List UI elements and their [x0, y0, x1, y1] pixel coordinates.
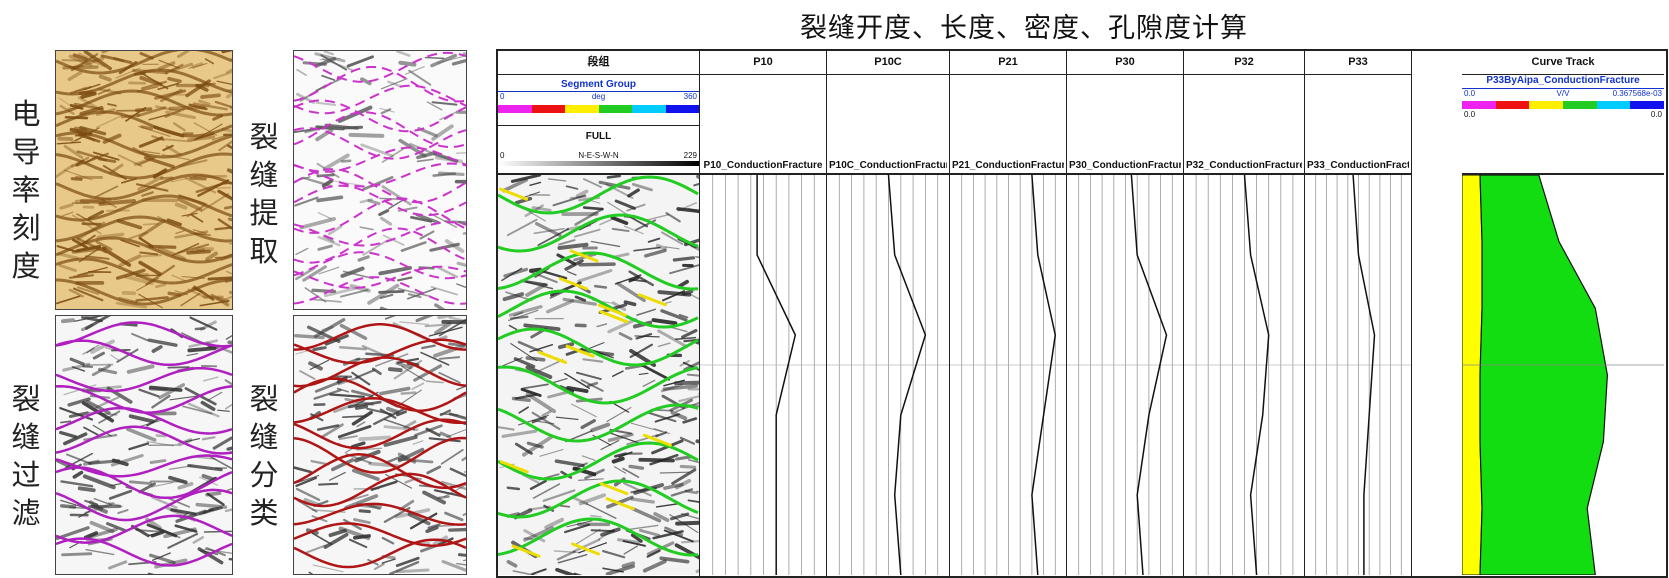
segment-group-unit: deg — [498, 92, 699, 101]
curve-track: Curve Track P33ByAipa_ConductionFracture… — [1462, 51, 1664, 576]
curve-track-name: Curve Track — [1462, 51, 1664, 75]
color-swatch — [532, 105, 566, 113]
filtering-image — [55, 315, 233, 575]
label-text: 裂缝提取 — [249, 118, 278, 270]
fill-yellow — [1462, 175, 1482, 575]
track-name: P30 — [1067, 51, 1183, 75]
color-swatch — [632, 105, 666, 113]
full-max: 229 — [684, 151, 697, 160]
curve-track-left-scale: 0.0 — [1464, 110, 1475, 119]
curve-name: P30_ConductionFracture — [1069, 160, 1181, 171]
track-plot — [827, 175, 949, 575]
color-swatch — [565, 105, 599, 113]
track-plot — [1067, 175, 1183, 575]
track-name: P32 — [1184, 51, 1304, 75]
label-extraction: 裂缝提取 — [246, 118, 282, 270]
curve-name: P21_ConductionFracture — [952, 160, 1064, 171]
track-p10: P10 P10_ConductionFracture — [700, 51, 827, 576]
curve-track-max: 0.367568e-03 — [1613, 89, 1662, 98]
track-plot — [700, 175, 826, 575]
color-swatch — [498, 105, 532, 113]
curve-track-color-scale — [1462, 101, 1664, 109]
color-swatch — [1563, 101, 1597, 109]
conductivity-image — [55, 50, 233, 310]
segment-color-scale — [498, 105, 699, 113]
track-plot — [950, 175, 1066, 575]
curve-name: P33_ConductionFracture — [1307, 160, 1409, 171]
curve-name: P10C_ConductionFracture — [829, 160, 947, 171]
curve-name: P32_ConductionFracture — [1186, 160, 1302, 171]
curve-track-curve-name: P33ByAipa_ConductionFracture — [1462, 75, 1664, 86]
track-name: P33 — [1305, 51, 1411, 75]
track-p30: P30 P30_ConductionFracture — [1067, 51, 1184, 576]
track-p32: P32 P32_ConductionFracture — [1184, 51, 1305, 576]
color-swatch — [1597, 101, 1631, 109]
segment-track: 段组 Segment Group 0 deg 360 FULL 0 N-E-S-… — [498, 51, 700, 576]
segment-group-curve-name: Segment Group — [498, 79, 699, 90]
track-p10c: P10C P10C_ConductionFracture — [827, 51, 950, 576]
log-curve — [889, 175, 926, 575]
fill-green — [1480, 175, 1607, 575]
track-name: P10C — [827, 51, 949, 75]
color-swatch — [599, 105, 633, 113]
label-classification: 裂缝分类 — [246, 380, 282, 532]
track-plot — [1184, 175, 1304, 575]
label-filtering: 裂缝过滤 — [8, 380, 44, 532]
color-swatch — [666, 105, 700, 113]
curve-name: P10_ConductionFracture — [702, 160, 824, 171]
track-p21: P21 P21_ConductionFracture — [950, 51, 1067, 576]
track-header: P21 P21_ConductionFracture — [950, 51, 1066, 175]
track-header: P33 P33_ConductionFracture — [1305, 51, 1411, 175]
log-curve — [1353, 175, 1374, 575]
grayscale-bar — [498, 161, 699, 166]
color-swatch — [1630, 101, 1664, 109]
page-title: 裂缝开度、长度、密度、孔隙度计算 — [800, 6, 1320, 45]
track-plot — [1305, 175, 1411, 575]
track-header: P10 P10_ConductionFracture — [700, 51, 826, 175]
label-conductivity: 电导率刻度 — [8, 95, 44, 285]
track-header: P10C P10C_ConductionFracture — [827, 51, 949, 175]
color-swatch — [1496, 101, 1530, 109]
curve-track-header: Curve Track P33ByAipa_ConductionFracture… — [1462, 51, 1664, 175]
track-name: P21 — [950, 51, 1066, 75]
extraction-image — [293, 50, 467, 310]
track-name: P10 — [700, 51, 826, 75]
full-unit: N-E-S-W-N — [498, 151, 699, 160]
log-display: 段组 Segment Group 0 deg 360 FULL 0 N-E-S-… — [496, 49, 1668, 578]
color-swatch — [1529, 101, 1563, 109]
segment-track-header: 段组 Segment Group 0 deg 360 FULL 0 N-E-S-… — [498, 51, 699, 175]
classification-image — [293, 315, 467, 575]
full-curve-name: FULL — [498, 131, 699, 142]
label-text: 电导率刻度 — [11, 95, 40, 285]
track-header: P32 P32_ConductionFracture — [1184, 51, 1304, 175]
label-text: 裂缝过滤 — [11, 380, 40, 532]
label-text: 裂缝分类 — [249, 380, 278, 532]
curve-track-right-scale: 0.0 — [1651, 110, 1662, 119]
segment-track-name: 段组 — [498, 51, 699, 75]
segment-group-max: 360 — [684, 92, 697, 101]
curve-track-plot — [1462, 175, 1664, 575]
segment-track-image — [498, 175, 699, 575]
track-header: P30 P30_ConductionFracture — [1067, 51, 1183, 175]
color-swatch — [1462, 101, 1496, 109]
track-p33: P33 P33_ConductionFracture — [1305, 51, 1412, 576]
